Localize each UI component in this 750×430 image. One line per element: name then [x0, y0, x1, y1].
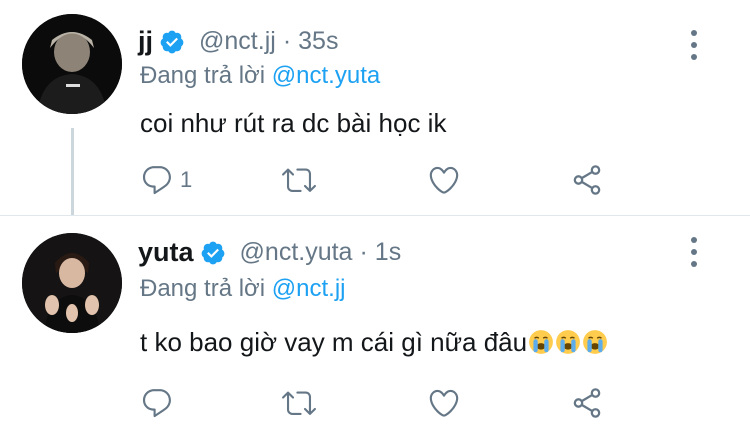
more-vertical-icon[interactable]: [689, 237, 699, 267]
avatar[interactable]: [22, 233, 122, 333]
share-button[interactable]: [570, 383, 604, 423]
loudly-crying-face-icon: [528, 329, 554, 355]
tweet-header: jj @nct.jj · 35s: [138, 26, 338, 57]
share-icon: [573, 165, 601, 195]
loudly-crying-face-icon: [555, 329, 581, 355]
retweet-button[interactable]: [282, 383, 316, 423]
like-button[interactable]: [427, 383, 461, 423]
profile-photo-icon: [22, 14, 122, 114]
separator-dot: ·: [282, 27, 292, 55]
more-vertical-icon[interactable]: [689, 30, 699, 60]
timestamp[interactable]: 35s: [298, 27, 338, 56]
profile-photo-icon: [22, 233, 122, 333]
reply-icon: [142, 166, 171, 195]
replying-mention-link[interactable]: @nct.yuta: [272, 62, 380, 89]
retweet-button[interactable]: [282, 160, 316, 200]
reply-count: 1: [180, 167, 193, 192]
replying-prefix: Đang trả lời: [140, 62, 272, 89]
share-button[interactable]: [570, 160, 604, 200]
reply-icon: [142, 389, 171, 418]
retweet-icon: [282, 391, 316, 415]
replying-to: Đang trả lời @nct.jj: [140, 275, 346, 303]
heart-icon: [429, 166, 459, 194]
tweet-text-content: coi như rút ra dc bài học ik: [140, 108, 447, 138]
tweet[interactable]: jj @nct.jj · 35s Đang trả lời @nct.yuta …: [0, 0, 750, 215]
tweet-actions: [140, 383, 640, 423]
thread-line: [71, 128, 74, 215]
tweet[interactable]: yuta @nct.yuta · 1s Đang trả lời @nct.jj…: [0, 215, 750, 430]
display-name[interactable]: yuta: [138, 237, 194, 268]
verified-badge-icon: [159, 29, 185, 55]
tweet-text-content: t ko bao giờ vay m cái gì nữa đâu: [140, 327, 528, 357]
reply-button[interactable]: [140, 383, 180, 423]
loudly-crying-face-icon: [582, 329, 608, 355]
like-button[interactable]: [427, 160, 461, 200]
replying-prefix: Đang trả lời: [140, 275, 272, 302]
tweet-text: t ko bao giờ vay m cái gì nữa đâu: [140, 327, 608, 358]
verified-badge-icon: [200, 240, 226, 266]
share-icon: [573, 388, 601, 418]
reply-button[interactable]: 1: [140, 160, 192, 200]
retweet-icon: [282, 168, 316, 192]
tweet-header: yuta @nct.yuta · 1s: [138, 237, 401, 268]
heart-icon: [429, 389, 459, 417]
user-handle[interactable]: @nct.jj: [199, 27, 276, 56]
tweet-text: coi như rút ra dc bài học ik: [140, 108, 446, 139]
timestamp[interactable]: 1s: [375, 238, 401, 267]
separator-dot: ·: [359, 238, 368, 266]
user-handle[interactable]: @nct.yuta: [240, 238, 353, 267]
display-name[interactable]: jj: [138, 26, 153, 57]
tweet-actions: 1: [140, 160, 640, 200]
replying-to: Đang trả lời @nct.yuta: [140, 62, 380, 90]
avatar[interactable]: [22, 14, 122, 114]
replying-mention-link[interactable]: @nct.jj: [272, 275, 346, 302]
